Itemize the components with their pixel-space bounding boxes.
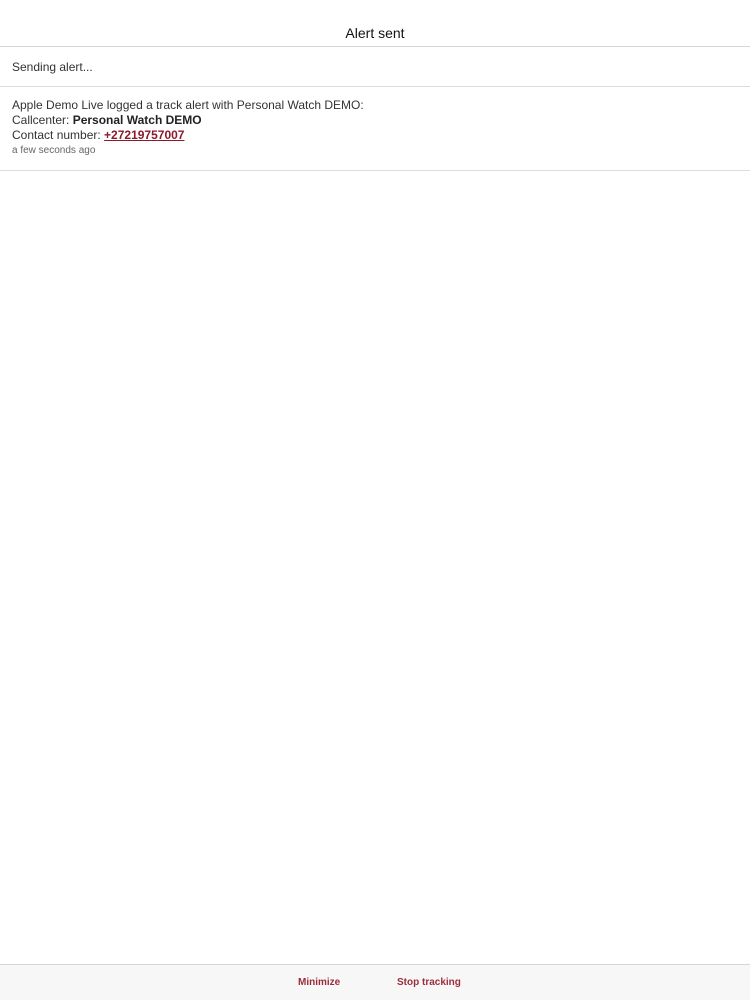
page-title: Alert sent [345,25,405,41]
callcenter-label: Callcenter: [12,113,73,127]
alert-timestamp: a few seconds ago [12,145,96,156]
bottom-toolbar: Minimize Stop tracking [0,964,750,1000]
minimize-button[interactable]: Minimize [298,965,340,1001]
callcenter-line: Callcenter: Personal Watch DEMO [12,113,738,128]
navigation-bar: Alert sent [0,0,750,47]
alert-summary: Apple Demo Live logged a track alert wit… [12,98,364,112]
stop-tracking-button[interactable]: Stop tracking [397,965,461,1001]
sending-status-row: Sending alert... [0,47,750,87]
callcenter-value: Personal Watch DEMO [72,113,202,127]
alert-log-entry: Apple Demo Live logged a track alert wit… [0,87,750,171]
sending-status-text: Sending alert... [12,59,93,74]
contact-number-link[interactable]: +27219757007 [104,128,184,142]
contact-label: Contact number: [12,128,105,142]
contact-line: Contact number: +27219757007 [12,128,738,143]
